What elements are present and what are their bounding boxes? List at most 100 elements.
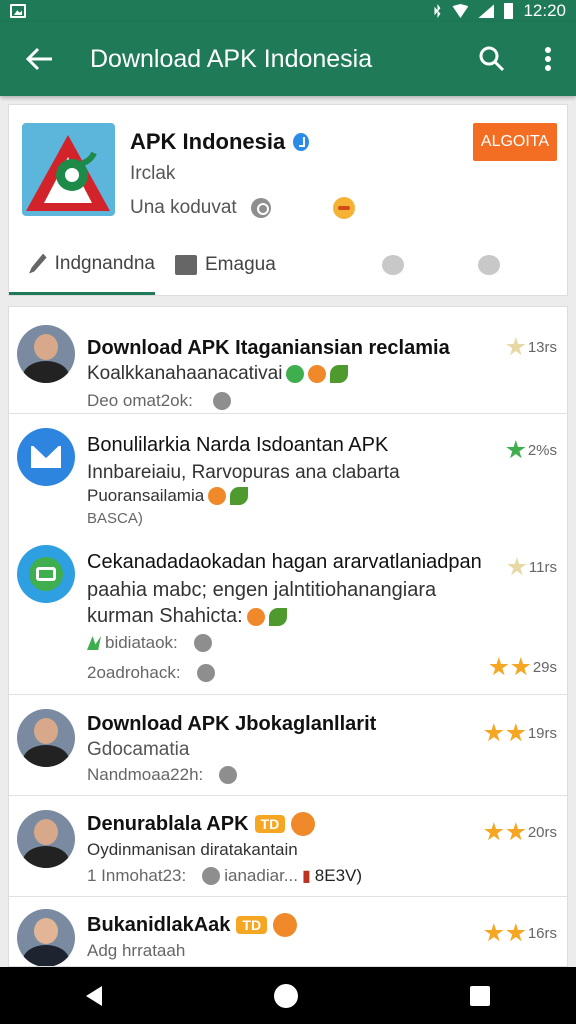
star-icon [506,923,526,942]
item-title: Download APK Jbokaglanllarit [87,713,377,735]
item-meta-text: 2oadrohack: [87,663,181,682]
item-line: Gdocamatia [87,739,190,760]
rating: 19rs [484,723,557,743]
list-item[interactable]: Download APK Itaganiansian reclamia Koal… [9,307,567,414]
pen-icon [29,253,47,274]
leaf-icon [286,365,305,383]
item-meta-text: bidiataok: [105,633,178,652]
nav-home-icon[interactable] [274,983,298,1008]
share-icon [382,255,404,275]
item-line-text: Koalkkanahaanacativai [87,363,283,384]
app-meta: Una koduvat [130,197,355,219]
rating: 29s [489,657,557,677]
item-title-text: BukanidlakAak [87,913,231,936]
item-meta: Deo omat2ok: [87,391,231,411]
star-icon [506,822,526,841]
item-title: Download APK Itaganiansian reclamia [87,337,450,359]
item-title: Denurablala APK TD [87,812,316,836]
review-list[interactable]: Download APK Itaganiansian reclamia Koal… [8,306,568,967]
list-item[interactable]: Denurablala APK TD Oydinmanisan dirataka… [9,796,567,897]
list-item[interactable]: Bonulilarkia Narda Isdoantan APK Innbare… [9,414,567,527]
star-icon [484,723,504,742]
item-line: Innbareiaiu, Rarvopuras ana clabarta [87,462,400,483]
battery-icon [504,3,514,19]
install-button[interactable]: ALGOITA [473,123,557,161]
item-meta-text: 8E3V) [314,866,363,885]
clock-icon [202,867,221,885]
avatar [17,909,75,966]
fire-icon [308,365,327,383]
item-title: BukanidlakAak TD [87,913,298,937]
search-button[interactable] [464,22,520,96]
star-icon [506,723,526,742]
rating-text: 19rs [527,724,557,742]
star-icon [489,657,509,676]
clock-icon [193,634,212,652]
clock-icon [219,766,238,784]
rating-text: 2%s [527,441,557,459]
list-item[interactable]: BukanidlakAak TD Adg hrrataah 16rs [9,897,567,966]
item-meta: BASCA) [87,510,143,527]
app-meta-text: Una koduvat [130,197,237,218]
back-button[interactable] [0,22,80,96]
arrow-left-icon [26,47,52,71]
tab-share[interactable] [345,235,441,295]
avatar [17,325,75,383]
tab-globe[interactable] [441,235,537,295]
app-name: APK Indonesia [130,129,310,155]
item-meta: 2oadrohack: [87,663,215,683]
tab-label: Indgnandna [54,252,155,274]
more-vert-icon [545,47,551,71]
item-line: paahia mabc; engen jalntitiohanangiara [87,579,437,601]
star-icon [507,557,527,576]
item-meta-text: Nandmoaa22h: [87,765,204,784]
status-time: 12:20 [523,1,566,20]
star-icon [484,923,504,942]
item-line-text: Puoransailamia [87,486,205,505]
app-developer: Irclak [130,163,176,184]
emoji-icon [291,812,316,836]
rating-text: 13rs [527,338,557,356]
item-line: Oydinmanisan diratakantain [87,840,298,859]
avatar [17,709,75,767]
nav-recents-icon[interactable] [470,985,490,1006]
item-line-text: kurman Shahicta: [87,605,243,627]
tab-emagua[interactable]: Emagua [155,235,345,295]
plant-icon [268,607,287,626]
emoji-icon [273,913,298,937]
item-title: Cekanadadaokadan hagan ararvatlaniadpan [87,551,482,573]
nav-back-icon[interactable] [86,985,102,1006]
overflow-menu-button[interactable] [520,22,576,96]
item-title-text: Denurablala APK [87,812,249,835]
item-meta-text: ianadiar... [224,866,298,885]
avatar [17,545,75,603]
item-line: kurman Shahicta: [87,605,287,628]
rating: 13rs [506,337,557,357]
app-logo [22,123,115,216]
wifi-icon [452,4,469,18]
tab-label: Emagua [205,254,276,275]
system-nav-bar [0,967,576,1024]
list-item[interactable]: Cekanadadaokadan hagan ararvatlaniadpan … [9,527,567,695]
clock-icon [196,664,215,682]
item-meta: 1 Inmohat23: ianadiar... ▮ 8E3V) [87,866,362,886]
app-name-text: APK Indonesia [130,129,286,154]
rating: 16rs [484,923,557,943]
app-bar: Download APK Indonesia [0,22,576,96]
badge: TD [236,916,268,934]
avatar [17,428,75,486]
status-icons: 12:20 [432,1,566,21]
bluetooth-icon [434,4,441,18]
rating: 11rs [507,557,557,577]
tab-indgnandna[interactable]: Indgnandna [9,235,155,295]
gallery-notification-icon [10,4,26,18]
signal-icon [478,4,495,18]
tag-icon: ▮ [301,868,311,885]
star-icon [506,440,526,459]
list-item[interactable]: Download APK Jbokaglanllarit Gdocamatia … [9,695,567,796]
plant-icon [330,365,349,383]
avatar [17,810,75,868]
rating-text: 29s [532,658,557,676]
emoji-icon [332,197,355,219]
star-icon [506,337,526,356]
